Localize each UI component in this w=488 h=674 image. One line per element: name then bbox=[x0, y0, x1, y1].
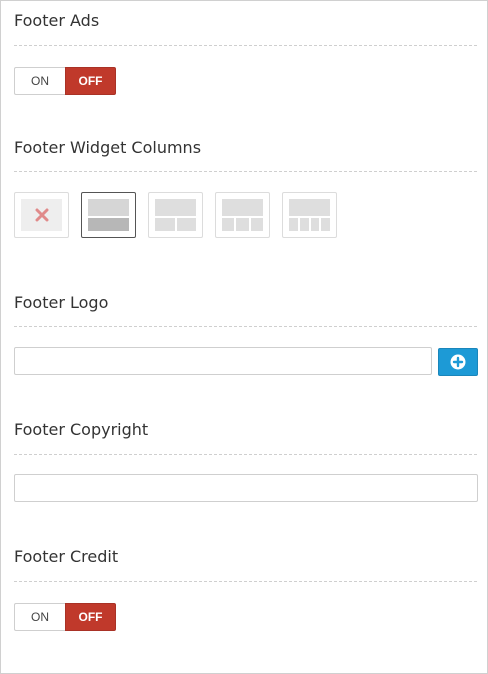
columns-option-1[interactable] bbox=[81, 192, 136, 238]
footer-ads-title: Footer Ads bbox=[14, 11, 100, 30]
columns-option-3[interactable] bbox=[215, 192, 270, 238]
columns-option-none[interactable] bbox=[14, 192, 69, 238]
columns-option-2[interactable] bbox=[148, 192, 203, 238]
footer-credit-title: Footer Credit bbox=[14, 547, 119, 566]
divider bbox=[14, 581, 477, 582]
footer-widget-columns-title: Footer Widget Columns bbox=[14, 138, 202, 157]
footer-credit-toggle[interactable]: ON OFF bbox=[14, 603, 116, 631]
plus-circle-icon bbox=[450, 354, 466, 370]
footer-credit-on-option[interactable]: ON bbox=[14, 603, 65, 631]
one-column-layout-icon bbox=[88, 199, 129, 231]
footer-credit-off-option[interactable]: OFF bbox=[65, 603, 116, 631]
columns-option-4[interactable] bbox=[282, 192, 337, 238]
footer-ads-on-option[interactable]: ON bbox=[14, 67, 65, 95]
two-column-layout-icon bbox=[155, 199, 196, 231]
footer-ads-toggle[interactable]: ON OFF bbox=[14, 67, 116, 95]
divider bbox=[14, 326, 477, 327]
divider bbox=[14, 45, 477, 46]
footer-settings-panel: Footer Ads ON OFF Footer Widget Columns bbox=[0, 0, 488, 674]
footer-copyright-input[interactable] bbox=[14, 474, 478, 502]
footer-logo-title: Footer Logo bbox=[14, 293, 109, 312]
remove-x-icon bbox=[21, 199, 62, 231]
divider bbox=[14, 171, 477, 172]
four-column-layout-icon bbox=[289, 199, 330, 231]
add-logo-button[interactable] bbox=[438, 348, 478, 376]
footer-copyright-title: Footer Copyright bbox=[14, 420, 149, 439]
footer-ads-off-option[interactable]: OFF bbox=[65, 67, 116, 95]
three-column-layout-icon bbox=[222, 199, 263, 231]
footer-logo-input[interactable] bbox=[14, 347, 432, 375]
divider bbox=[14, 454, 477, 455]
